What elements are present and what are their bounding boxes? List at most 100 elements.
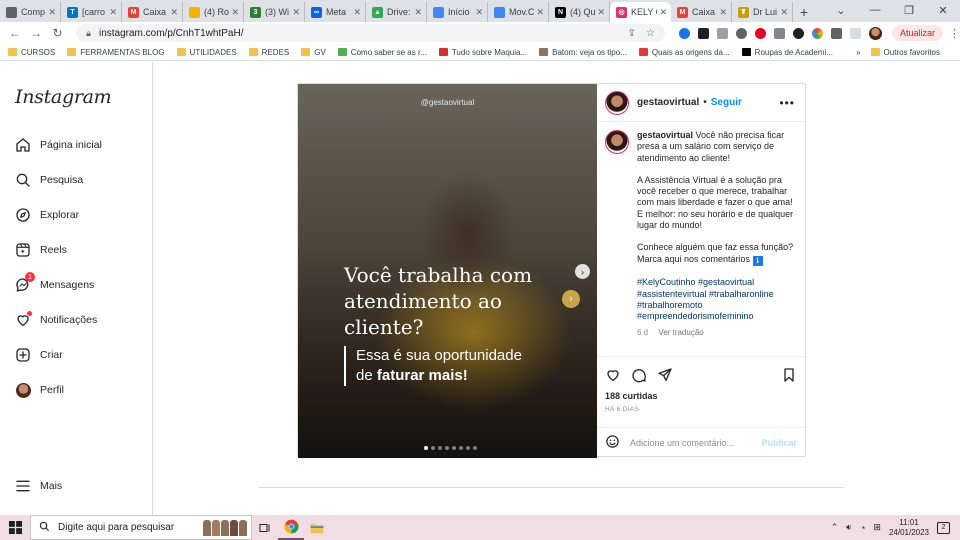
browser-tab[interactable]: Início ✕ bbox=[427, 2, 488, 22]
pinterest-icon[interactable] bbox=[754, 27, 766, 39]
follow-button[interactable]: Seguir bbox=[711, 97, 742, 108]
network-icon[interactable]: ◔ bbox=[860, 523, 865, 533]
extension-m-icon[interactable] bbox=[773, 27, 785, 39]
extension-cat-icon[interactable] bbox=[792, 27, 804, 39]
tab-close-icon[interactable]: ✕ bbox=[170, 7, 178, 18]
back-icon[interactable]: ← bbox=[4, 26, 25, 40]
nav-item-explore[interactable]: Explorar bbox=[14, 205, 79, 225]
nav-item-messages[interactable]: 1 Mensagens bbox=[14, 272, 94, 295]
tray-chevron-icon[interactable]: ⌃ bbox=[831, 522, 839, 533]
comment-bubble-icon[interactable] bbox=[631, 367, 647, 386]
share-icon[interactable]: ⇪ bbox=[628, 28, 636, 39]
nav-item-notifications[interactable]: Notificações bbox=[14, 310, 97, 330]
file-explorer-icon[interactable] bbox=[304, 515, 330, 540]
post-image-carousel[interactable]: @gestaovirtual Você trabalha com atendim… bbox=[298, 84, 597, 458]
forward-icon[interactable]: → bbox=[25, 26, 46, 40]
nav-item-reels[interactable]: Reels bbox=[14, 240, 67, 260]
browser-tab[interactable]: M Caixa ✕ bbox=[122, 2, 183, 22]
maximize-button[interactable]: ❐ bbox=[892, 0, 926, 20]
tab-close-icon[interactable]: ✕ bbox=[597, 7, 605, 18]
windows-start-icon[interactable] bbox=[0, 521, 30, 534]
new-tab-button[interactable]: + bbox=[793, 2, 815, 22]
extension-blue-icon[interactable] bbox=[678, 27, 690, 39]
extension-pen-icon[interactable] bbox=[697, 27, 709, 39]
browser-tab[interactable]: M Caixa ✕ bbox=[671, 2, 732, 22]
taskbar-search-box[interactable]: Digite aqui para pesquisar bbox=[30, 515, 252, 540]
author-avatar[interactable] bbox=[605, 90, 629, 115]
instagram-logo[interactable]: Instagram bbox=[15, 86, 112, 108]
taskbar-clock[interactable]: 11:01 24/01/2023 bbox=[889, 518, 929, 538]
comment-input[interactable] bbox=[630, 437, 762, 448]
bookmark-item[interactable]: Batom: veja os tipo... bbox=[539, 48, 627, 57]
browser-tab[interactable]: ◎ KELY C✕ bbox=[610, 2, 671, 22]
language-icon[interactable]: ⊞ bbox=[873, 522, 881, 533]
hashtag-link[interactable]: #empreendedorismofeminino bbox=[637, 311, 799, 322]
browser-tab[interactable]: ▲ Drive: ✕ bbox=[366, 2, 427, 22]
nav-item-create[interactable]: Criar bbox=[14, 345, 63, 365]
nav-item-home[interactable]: Página inicial bbox=[14, 135, 102, 155]
hashtag-link[interactable]: #assistentevirtual #trabalharonline bbox=[637, 289, 799, 300]
task-view-icon[interactable] bbox=[252, 515, 278, 540]
nav-item-search[interactable]: Pesquisa bbox=[14, 170, 83, 190]
bookmark-item[interactable]: REDES bbox=[248, 48, 289, 57]
browser-tab[interactable]: Mov.C ✕ bbox=[488, 2, 549, 22]
nav-item-more[interactable]: Mais bbox=[14, 476, 62, 496]
bookmark-item[interactable]: CURSOS bbox=[8, 48, 55, 57]
extensions-puzzle-icon[interactable] bbox=[830, 27, 842, 39]
reload-icon[interactable]: ↻ bbox=[47, 26, 68, 40]
address-bar[interactable]: 🔒︎ instagram.com/p/CnhT1whtPaH/ ⇪ ☆ bbox=[76, 24, 665, 42]
caption-author-avatar[interactable] bbox=[605, 130, 629, 154]
reading-list-icon[interactable] bbox=[849, 27, 861, 39]
bookmark-item[interactable]: GV bbox=[301, 48, 326, 57]
tab-close-icon[interactable]: ✕ bbox=[231, 7, 239, 18]
extension-gray-icon[interactable] bbox=[716, 27, 728, 39]
bookmark-item[interactable]: FERRAMENTAS BLOG bbox=[67, 48, 165, 57]
share-paper-plane-icon[interactable] bbox=[657, 367, 673, 386]
save-bookmark-icon[interactable] bbox=[781, 367, 797, 386]
hashtag-link[interactable]: #KelyCoutinho #gestaovirtual bbox=[637, 277, 799, 288]
browser-tab[interactable]: T [carro ✕ bbox=[61, 2, 122, 22]
tab-close-icon[interactable]: ✕ bbox=[414, 7, 422, 18]
author-username[interactable]: gestaovirtual bbox=[637, 97, 699, 108]
tab-close-icon[interactable]: ✕ bbox=[536, 7, 544, 18]
bookmark-star-icon[interactable]: ☆ bbox=[646, 28, 655, 39]
tab-close-icon[interactable]: ✕ bbox=[780, 7, 788, 18]
browser-tab[interactable]: (4) Ro ✕ bbox=[183, 2, 244, 22]
volume-icon[interactable]: 🔉︎ bbox=[846, 522, 852, 533]
caption-username[interactable]: gestaovirtual bbox=[637, 130, 693, 140]
more-options-icon[interactable]: ••• bbox=[779, 96, 795, 110]
profile-avatar-icon[interactable] bbox=[868, 26, 882, 40]
tab-close-icon[interactable]: ✕ bbox=[659, 7, 667, 18]
emoji-smiley-icon[interactable] bbox=[605, 434, 620, 452]
extension-dropper-icon[interactable] bbox=[735, 27, 747, 39]
extension-color-icon[interactable] bbox=[811, 27, 823, 39]
bookmark-item[interactable]: Quais as origens da... bbox=[638, 48, 730, 57]
bookmark-item[interactable]: Roupas de Academi... bbox=[741, 48, 833, 57]
browser-tab[interactable]: 3 (3) Wi ✕ bbox=[244, 2, 305, 22]
lock-icon[interactable]: 🔒︎ bbox=[86, 28, 91, 39]
likes-count[interactable]: 188 curtidas bbox=[605, 391, 797, 401]
bookmark-item[interactable]: Tudo sobre Maquia... bbox=[438, 48, 527, 57]
tab-close-icon[interactable]: ✕ bbox=[109, 7, 117, 18]
publish-comment-button[interactable]: Publicar bbox=[761, 438, 797, 448]
nav-item-profile[interactable]: Perfil bbox=[14, 380, 64, 400]
tab-close-icon[interactable]: ✕ bbox=[353, 7, 361, 18]
minimize-button[interactable]: — bbox=[858, 0, 892, 20]
like-heart-icon[interactable] bbox=[605, 367, 621, 386]
bookmark-item[interactable]: Como saber se as r... bbox=[337, 48, 427, 57]
tab-search-icon[interactable]: ⌄ bbox=[824, 0, 858, 20]
carousel-next-button[interactable]: › bbox=[575, 264, 590, 279]
browser-tab[interactable]: ∞ Meta ✕ bbox=[305, 2, 366, 22]
update-button[interactable]: Atualizar bbox=[891, 25, 943, 41]
browser-tab[interactable]: Comp ✕ bbox=[0, 2, 61, 22]
chrome-taskbar-icon[interactable] bbox=[278, 515, 304, 540]
notification-center-icon[interactable]: 2 bbox=[937, 521, 950, 534]
tab-close-icon[interactable]: ✕ bbox=[475, 7, 483, 18]
see-translation-link[interactable]: Ver tradução bbox=[658, 328, 703, 337]
tab-close-icon[interactable]: ✕ bbox=[292, 7, 300, 18]
close-window-button[interactable]: ✕ bbox=[926, 0, 960, 20]
tab-close-icon[interactable]: ✕ bbox=[719, 7, 727, 18]
tab-close-icon[interactable]: ✕ bbox=[48, 7, 56, 18]
browser-tab[interactable]: ☤ Dr Lui ✕ bbox=[732, 2, 793, 22]
browser-tab[interactable]: N (4) Qu ✕ bbox=[549, 2, 610, 22]
